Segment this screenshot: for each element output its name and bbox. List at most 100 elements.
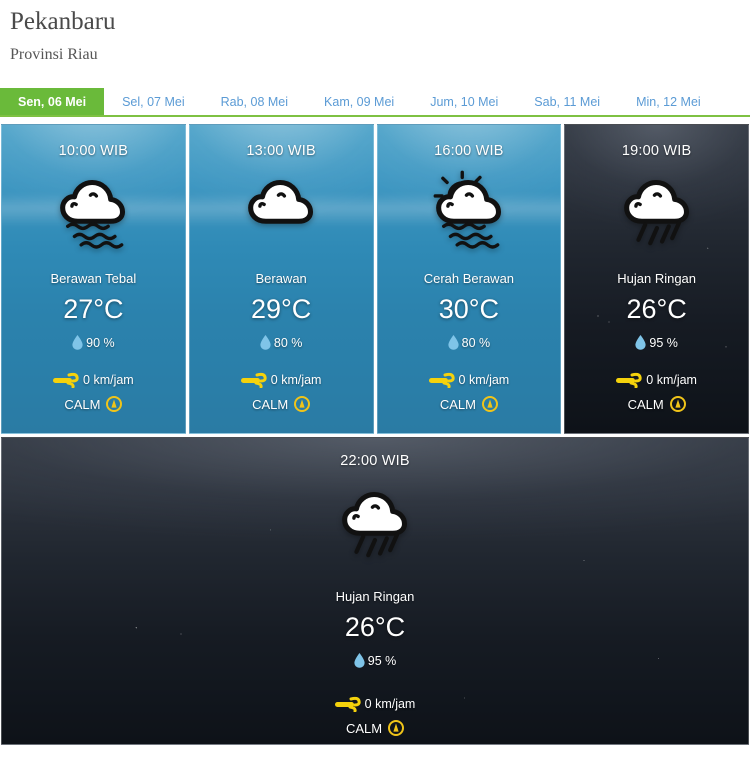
forecast-card[interactable]: 13:00 WIB Berawan 29°C 80 % 0 km/jam CALM: [188, 124, 374, 434]
forecast-time: 13:00 WIB: [246, 143, 316, 159]
day-tab-label: Jum, 10 Mei: [430, 94, 499, 109]
rain-cloud-icon: [342, 491, 408, 558]
weather-forecast-page: Pekanbaru Provinsi Riau Sen, 06 Mei Sel, …: [0, 0, 750, 780]
weather-condition-label: Cerah Berawan: [423, 271, 515, 286]
forecast-card-content: 10:00 WIB Berawan Tebal 27°C 90 % 0 km/jam CA…: [2, 125, 185, 412]
wind-direction-compass-icon: [106, 396, 123, 412]
forecast-card-content: 19:00 WIB Hujan Ringan 26°C 95 % 0 km/jam CAL…: [565, 125, 748, 412]
day-tab-2[interactable]: Rab, 08 Mei: [203, 88, 306, 115]
humidity-value: 90 %: [86, 335, 115, 350]
temperature-value: 26°C: [344, 612, 406, 642]
forecast-card[interactable]: 16:00 WIB Cerah Berawan 30°C 80 % 0 km/jam CA…: [376, 124, 562, 434]
day-tab-6[interactable]: Min, 12 Mei: [618, 88, 719, 115]
forecast-card-content: 13:00 WIB Berawan 29°C 80 % 0 km/jam CALM: [190, 125, 373, 412]
wind-speed-row: 0 km/jam: [428, 372, 510, 388]
weather-icon-area: [426, 169, 512, 255]
wind-arrow-icon: [428, 372, 455, 388]
forecast-card[interactable]: 22:00 WIB Hujan Ringan 26°C 95 % 0 km/jam CAL…: [1, 437, 749, 745]
humidity-row: 80 %: [260, 335, 303, 350]
wind-direction-row: CALM: [345, 720, 405, 736]
wind-direction-value: CALM: [439, 396, 476, 412]
wind-speed-value: 0 km/jam: [458, 373, 510, 387]
weather-icon-area: [238, 169, 324, 255]
humidity-droplet-icon: [72, 335, 83, 350]
day-tab-label: Kam, 09 Mei: [324, 94, 395, 109]
humidity-droplet-icon: [260, 335, 271, 350]
day-tabs[interactable]: Sen, 06 Mei Sel, 07 Mei Rab, 08 Mei Kam, 09…: [0, 88, 750, 117]
day-tab-label: Min, 12 Mei: [636, 94, 701, 109]
weather-condition-label: Berawan: [255, 271, 307, 286]
wind-direction-icon-wrap: [481, 396, 498, 412]
wind-speed-row: 0 km/jam: [334, 696, 416, 712]
day-tab-1[interactable]: Sel, 07 Mei: [104, 88, 203, 115]
day-tab-label: Sen, 06 Mei: [18, 94, 87, 109]
wind-direction-row: CALM: [628, 396, 686, 412]
weather-icon-area: [50, 169, 136, 255]
day-tab-label: Rab, 08 Mei: [220, 94, 289, 109]
wind-direction-icon-wrap: [294, 396, 311, 412]
forecast-card-content: 16:00 WIB Cerah Berawan 30°C 80 % 0 km/jam CA…: [378, 125, 561, 412]
wind-direction-value: CALM: [64, 396, 101, 412]
forecast-time: 10:00 WIB: [58, 143, 129, 159]
humidity-value: 80 %: [273, 335, 303, 350]
rain-cloud-icon: [623, 179, 689, 246]
humidity-value: 95 %: [649, 335, 678, 350]
wind-direction-row: CALM: [440, 396, 498, 412]
wind-direction-icon-wrap: [106, 396, 123, 412]
forecast-card[interactable]: 10:00 WIB Berawan Tebal 27°C 90 % 0 km/jam CA…: [1, 124, 186, 434]
province-subtitle: Provinsi Riau: [10, 46, 98, 63]
wind-speed-row: 0 km/jam: [616, 372, 697, 388]
wind-arrow-icon: [334, 696, 361, 712]
day-tab-3[interactable]: Kam, 09 Mei: [306, 88, 412, 115]
wind-direction-compass-icon: [388, 720, 405, 736]
humidity-value: 95 %: [367, 653, 397, 668]
weather-condition-label: Hujan Ringan: [335, 589, 415, 604]
cloud-icon: [248, 179, 314, 224]
wind-direction-compass-icon: [669, 396, 686, 412]
wind-direction-row: CALM: [252, 396, 311, 412]
wind-speed-value: 0 km/jam: [364, 697, 416, 711]
humidity-droplet-icon: [448, 335, 459, 350]
wind-arrow-icon: [53, 372, 79, 388]
wind-arrow-icon: [616, 372, 642, 388]
humidity-row: 95 %: [354, 653, 397, 668]
wind-direction-icon-wrap: [388, 720, 405, 736]
temperature-value: 26°C: [626, 294, 687, 324]
forecast-card-content: 22:00 WIB Hujan Ringan 26°C 95 % 0 km/jam CAL…: [2, 438, 748, 736]
day-tab-label: Sel, 07 Mei: [122, 94, 185, 109]
forecast-card[interactable]: 19:00 WIB Hujan Ringan 26°C 95 % 0 km/jam CAL…: [564, 124, 749, 434]
humidity-value: 80 %: [461, 335, 491, 350]
page-title: Pekanbaru: [10, 8, 116, 35]
weather-condition-label: Berawan Tebal: [50, 271, 137, 286]
humidity-row: 90 %: [72, 335, 115, 350]
wind-direction-compass-icon: [481, 396, 498, 412]
temperature-value: 27°C: [63, 294, 124, 324]
wind-speed-row: 0 km/jam: [240, 372, 322, 388]
day-tab-0[interactable]: Sen, 06 Mei: [0, 88, 105, 115]
wind-direction-value: CALM: [345, 720, 383, 736]
temperature-value: 30°C: [438, 294, 500, 324]
wind-direction-compass-icon: [294, 396, 311, 412]
weather-condition-label: Hujan Ringan: [617, 271, 697, 286]
wind-speed-value: 0 km/jam: [646, 373, 697, 387]
forecast-card-wide-slot: 22:00 WIB Hujan Ringan 26°C 95 % 0 km/jam CAL…: [0, 437, 750, 745]
humidity-droplet-icon: [354, 653, 365, 668]
wind-direction-icon-wrap: [669, 396, 686, 412]
forecast-time: 16:00 WIB: [434, 143, 504, 159]
wind-speed-value: 0 km/jam: [270, 373, 322, 387]
forecast-time: 19:00 WIB: [621, 143, 692, 159]
sun-cloud-haze-icon: [433, 170, 501, 249]
forecast-time: 22:00 WIB: [340, 453, 410, 469]
wind-direction-value: CALM: [627, 396, 664, 412]
page-header: Pekanbaru Provinsi Riau: [0, 0, 750, 66]
weather-icon-area: [614, 169, 700, 255]
day-tab-4[interactable]: Jum, 10 Mei: [412, 88, 516, 115]
wind-arrow-icon: [240, 372, 267, 388]
weather-icon-area: [332, 481, 418, 567]
day-tab-5[interactable]: Sab, 11 Mei: [516, 88, 618, 115]
humidity-droplet-icon: [635, 335, 646, 350]
temperature-value: 29°C: [250, 294, 312, 324]
cloud-haze-icon: [60, 179, 126, 249]
humidity-row: 95 %: [635, 335, 678, 350]
wind-direction-row: CALM: [64, 396, 123, 412]
